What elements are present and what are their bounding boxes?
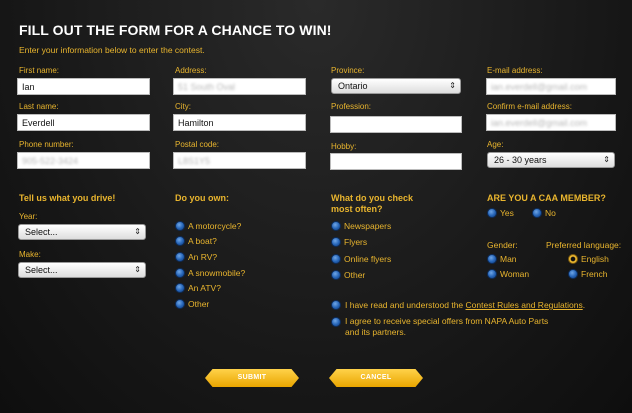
province-select[interactable]: Ontario ⇕ bbox=[331, 78, 461, 94]
age-select[interactable]: 26 - 30 years ⇕ bbox=[487, 152, 615, 168]
cancel-button[interactable]: CANCEL bbox=[329, 369, 423, 387]
language-english-option[interactable]: English bbox=[568, 254, 609, 264]
last-name-input[interactable]: Everdell bbox=[17, 114, 150, 131]
own-option-atv[interactable]: An ATV? bbox=[175, 280, 245, 296]
make-label: Make: bbox=[19, 250, 41, 259]
check-option-other[interactable]: Other bbox=[331, 267, 391, 283]
own-option-rv[interactable]: An RV? bbox=[175, 249, 245, 265]
radio-icon[interactable] bbox=[175, 220, 185, 231]
radio-icon[interactable] bbox=[175, 251, 185, 262]
offers-agreement[interactable]: I agree to receive special offers from N… bbox=[331, 316, 548, 338]
own-option-other[interactable]: Other bbox=[175, 296, 245, 312]
own-option-motorcycle[interactable]: A motorcycle? bbox=[175, 218, 245, 234]
postal-code-input[interactable]: L8S1Y5 bbox=[173, 152, 306, 169]
own-option-boat[interactable]: A boat? bbox=[175, 234, 245, 250]
confirm-email-label: Confirm e-mail address: bbox=[487, 102, 572, 111]
offers-text: I agree to receive special offers from N… bbox=[345, 316, 549, 337]
drive-heading: Tell us what you drive! bbox=[19, 193, 116, 203]
radio-icon[interactable] bbox=[331, 300, 341, 310]
select-arrows-icon: ⇕ bbox=[134, 227, 141, 236]
check-heading-line2: most often? bbox=[331, 204, 383, 214]
own-option-snowmobile[interactable]: A snowmobile? bbox=[175, 265, 245, 281]
email-value: ian.everdell@gmail.com bbox=[491, 82, 588, 92]
hobby-label: Hobby: bbox=[331, 142, 357, 151]
radio-icon[interactable] bbox=[331, 253, 341, 264]
caa-yes-option[interactable]: Yes bbox=[487, 208, 514, 218]
gender-label: Gender: bbox=[487, 240, 518, 250]
language-label: Preferred language: bbox=[546, 240, 622, 250]
form-title: FILL OUT THE FORM FOR A CHANCE TO WIN! bbox=[19, 22, 332, 38]
radio-icon[interactable] bbox=[331, 270, 341, 281]
phone-value: 905-522-3424 bbox=[22, 156, 79, 166]
confirm-email-input[interactable]: ian.everdell@gmail.com bbox=[486, 114, 616, 131]
radio-icon[interactable] bbox=[487, 208, 497, 218]
address-label: Address: bbox=[175, 66, 207, 75]
province-label: Province: bbox=[331, 66, 365, 75]
first-name-label: First name: bbox=[19, 66, 60, 75]
province-value: Ontario bbox=[338, 81, 368, 91]
age-label: Age: bbox=[487, 140, 504, 149]
radio-icon[interactable] bbox=[487, 254, 497, 264]
email-label: E-mail address: bbox=[487, 66, 543, 75]
language-french-option[interactable]: French bbox=[568, 269, 607, 279]
last-name-label: Last name: bbox=[19, 102, 59, 111]
profession-input[interactable] bbox=[330, 116, 462, 133]
submit-button[interactable]: SUBMIT bbox=[205, 369, 299, 387]
year-value: Select... bbox=[25, 227, 58, 237]
age-value: 26 - 30 years bbox=[494, 155, 547, 165]
email-input[interactable]: ian.everdell@gmail.com bbox=[486, 78, 616, 95]
radio-icon[interactable] bbox=[175, 298, 185, 309]
address-value: 51 South Oval bbox=[178, 82, 236, 92]
radio-icon[interactable] bbox=[568, 269, 578, 279]
gender-man-option[interactable]: Man bbox=[487, 254, 517, 264]
make-select[interactable]: Select... ⇕ bbox=[18, 262, 146, 278]
radio-icon[interactable] bbox=[532, 208, 542, 218]
radio-selected-icon[interactable] bbox=[568, 254, 578, 264]
contest-rules-link[interactable]: Contest Rules and Regulations bbox=[466, 300, 583, 310]
select-arrows-icon: ⇕ bbox=[449, 81, 456, 90]
phone-label: Phone number: bbox=[19, 140, 74, 149]
form-subtitle: Enter your information below to enter th… bbox=[19, 45, 205, 55]
select-arrows-icon: ⇕ bbox=[603, 155, 610, 164]
first-name-input[interactable]: Ian bbox=[17, 78, 150, 95]
check-heading-line1: What do you check bbox=[331, 193, 414, 203]
caa-heading: ARE YOU A CAA MEMBER? bbox=[487, 193, 606, 203]
radio-icon[interactable] bbox=[175, 283, 185, 294]
year-label: Year: bbox=[19, 212, 38, 221]
address-input[interactable]: 51 South Oval bbox=[173, 78, 306, 95]
rules-agreement[interactable]: I have read and understood the Contest R… bbox=[331, 300, 585, 310]
check-options: Newspapers Flyers Online flyers Other bbox=[331, 218, 391, 283]
city-input[interactable]: Hamilton bbox=[173, 114, 306, 131]
postal-code-label: Postal code: bbox=[175, 140, 220, 149]
postal-code-value: L8S1Y5 bbox=[178, 156, 211, 166]
check-option-online-flyers[interactable]: Online flyers bbox=[331, 251, 391, 267]
radio-icon[interactable] bbox=[331, 317, 341, 327]
gender-woman-option[interactable]: Woman bbox=[487, 269, 529, 279]
radio-icon[interactable] bbox=[331, 237, 341, 248]
radio-icon[interactable] bbox=[175, 236, 185, 247]
rules-text: I have read and understood the Contest R… bbox=[345, 300, 586, 310]
year-select[interactable]: Select... ⇕ bbox=[18, 224, 146, 240]
check-option-newspapers[interactable]: Newspapers bbox=[331, 218, 391, 234]
radio-icon[interactable] bbox=[175, 267, 185, 278]
profession-label: Profession: bbox=[331, 102, 372, 111]
hobby-input[interactable] bbox=[330, 153, 462, 170]
check-heading: What do you check most often? bbox=[331, 193, 413, 215]
check-option-flyers[interactable]: Flyers bbox=[331, 234, 391, 250]
confirm-email-value: ian.everdell@gmail.com bbox=[491, 118, 588, 128]
select-arrows-icon: ⇕ bbox=[134, 265, 141, 274]
phone-input[interactable]: 905-522-3424 bbox=[17, 152, 150, 169]
radio-icon[interactable] bbox=[487, 269, 497, 279]
radio-icon[interactable] bbox=[331, 221, 341, 232]
make-value: Select... bbox=[25, 265, 58, 275]
city-label: City: bbox=[175, 102, 191, 111]
own-heading: Do you own: bbox=[175, 193, 229, 203]
own-options: A motorcycle? A boat? An RV? A snowmobil… bbox=[175, 218, 245, 312]
caa-no-option[interactable]: No bbox=[532, 208, 556, 218]
